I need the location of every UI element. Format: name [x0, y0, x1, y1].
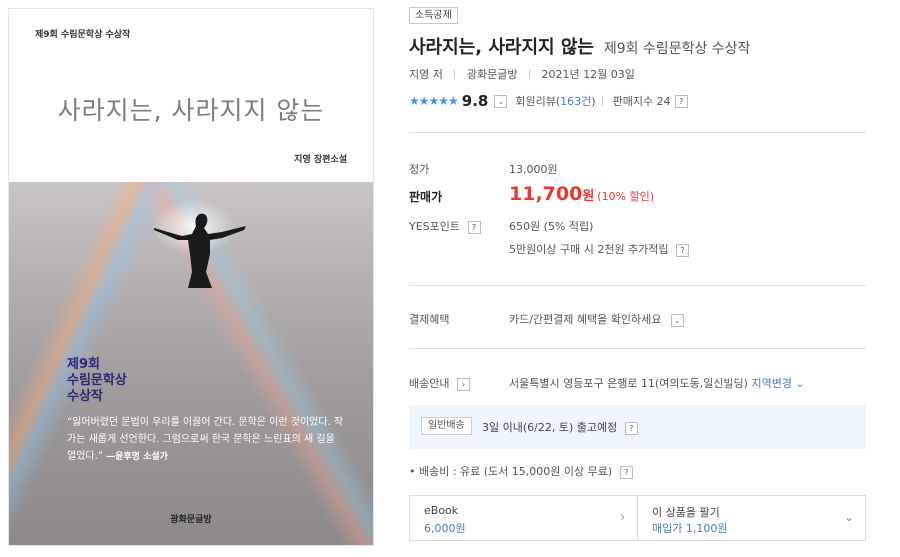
cover-top-panel: 제9회 수림문학상 수상작 사라지는, 사라지지 않는 지영 장편소설	[9, 9, 373, 182]
sell-option[interactable]: 이 상품을 팔기 매입가 1,100원 ⌄	[638, 496, 866, 540]
title-row: 사라지는, 사라지지 않는 제9회 수림문학상 수상작	[409, 33, 750, 59]
book-title: 사라지는, 사라지지 않는	[409, 37, 594, 58]
tax-deduction-badge: 소득공제	[409, 7, 458, 24]
sale-price-label: 판매가	[409, 190, 443, 204]
sell-title: 이 상품을 팔기	[652, 506, 720, 519]
list-price-value: 13,000원	[509, 163, 558, 176]
ebook-title: eBook	[424, 504, 459, 517]
sales-help-button[interactable]: ?	[674, 94, 688, 108]
benefit-label: 결제혜택	[409, 313, 450, 326]
review-link[interactable]: 회원리뷰(163건)	[515, 93, 595, 109]
region-change-link[interactable]: 지역변경	[751, 377, 791, 390]
shipping-type-chip: 일반배송	[421, 417, 472, 435]
shipping-fee-help-button[interactable]: ?	[619, 466, 633, 479]
sale-price-value: 11,700	[509, 183, 583, 205]
rating-row: ★★★★★ 9.8 ⌄ 회원리뷰(163건) 판매지수 24 ?	[409, 92, 688, 110]
sale-price-unit: 원	[582, 189, 595, 204]
divider	[528, 69, 530, 79]
ebook-price: 6,000원	[424, 522, 466, 535]
benefit-dropdown-button[interactable]: ⌄	[670, 314, 684, 327]
publish-date: 2021년 12월 03일	[541, 68, 635, 81]
divider	[601, 96, 603, 106]
list-price-label: 정가	[409, 163, 430, 176]
cover-title: 사라지는, 사라지지 않는	[57, 96, 325, 125]
meta-row: 지영 저 광화문글방 2021년 12월 03일	[409, 66, 635, 82]
delivery-info-button[interactable]: ›	[456, 378, 470, 391]
point-label-row: YES포인트 ?	[409, 218, 481, 234]
chevron-down-icon: ⌄	[843, 510, 854, 524]
publisher-link[interactable]: 광화문글방	[467, 68, 518, 81]
cover-photo: 제9회 수림문학상 수상작 “잃어버렸던 문법이 우리를 이끌어 간다. 문학은…	[9, 182, 373, 545]
shipping-fee-row: • 배송비 : 유료 (도서 15,000원 이상 무료) ?	[409, 463, 633, 479]
divider	[409, 132, 866, 133]
rating-dropdown-button[interactable]: ⌄	[494, 94, 508, 108]
point-label: YES포인트	[409, 220, 461, 233]
delivery-address-row: 서울특별시 영등포구 은행로 11(여의도동,일신빌딩) 지역변경 ⌄	[509, 375, 805, 391]
cover-quote-by: —윤후명 소설가	[106, 452, 168, 462]
chevron-right-icon: ›	[620, 510, 625, 524]
chevron-down-icon[interactable]: ⌄	[792, 377, 804, 390]
related-options: eBook 6,000원 › 이 상품을 팔기 매입가 1,100원 ⌄	[409, 495, 866, 541]
cover-series: 제9회 수림문학상 수상작	[35, 30, 131, 40]
sales-index: 판매지수 24	[612, 95, 671, 108]
benefit-row[interactable]: 카드/간편결제 혜택을 확인하세요 ⌄	[509, 311, 684, 327]
sale-price: 11,700원 (10% 할인)	[509, 183, 654, 205]
rating-stars-icon: ★★★★★	[409, 94, 459, 108]
cover-award-line: 제9회	[67, 357, 100, 372]
discount-rate: (10% 할인)	[597, 190, 655, 203]
delivery-address: 서울특별시 영등포구 은행로 11(여의도동,일신빌딩)	[509, 377, 748, 390]
extra-point-row: 5만원이상 구매 시 2천원 추가적립 ?	[509, 241, 690, 257]
ebook-option[interactable]: eBook 6,000원 ›	[410, 496, 638, 540]
cover-award: 제9회 수림문학상 수상작	[67, 357, 127, 405]
shipping-box: 일반배송 3일 이내(6/22, 토) 출고예정 ?	[409, 405, 866, 449]
review-label: 회원리뷰(	[515, 95, 561, 108]
delivery-label: 배송안내	[409, 377, 450, 390]
extra-point-help-button[interactable]: ?	[676, 244, 690, 257]
author-link[interactable]: 지영 저	[409, 68, 443, 81]
point-value: 650원 (5% 적립)	[509, 220, 594, 233]
sell-price: 매입가 1,100원	[652, 522, 728, 535]
point-help-button[interactable]: ?	[467, 221, 481, 234]
review-count: 163건	[560, 95, 592, 108]
shipping-help-button[interactable]: ?	[624, 422, 638, 435]
divider	[454, 69, 456, 79]
shipping-fee: • 배송비 : 유료 (도서 15,000원 이상 무료)	[409, 465, 613, 478]
delivery-label-row: 배송안내 ›	[409, 375, 470, 391]
extra-point-text: 5만원이상 구매 시 2천원 추가적립	[509, 243, 669, 256]
dancer-figure-icon	[154, 213, 246, 288]
benefit-text: 카드/간편결제 혜택을 확인하세요	[509, 313, 662, 326]
cover-award-line: 수상작	[67, 389, 103, 404]
cover-author: 지영 장편소설	[294, 155, 347, 165]
review-close: )	[591, 95, 596, 108]
shipping-schedule-row: 3일 이내(6/22, 토) 출고예정 ?	[482, 419, 638, 435]
book-cover[interactable]: 제9회 수림문학상 수상작 사라지는, 사라지지 않는 지영 장편소설 제9회 …	[8, 8, 374, 546]
shipping-schedule: 3일 이내(6/22, 토) 출고예정	[482, 421, 618, 434]
divider	[409, 285, 866, 286]
book-subtitle: 제9회 수림문학상 수상작	[603, 41, 751, 57]
rating-score: 9.8	[461, 92, 489, 110]
divider	[409, 348, 866, 349]
product-info: 소득공제 사라지는, 사라지지 않는 제9회 수림문학상 수상작 지영 저 광화…	[409, 0, 869, 557]
cover-publisher: 광화문글방	[170, 515, 212, 525]
cover-award-line: 수림문학상	[67, 373, 127, 388]
cover-quote: “잃어버렸던 문법이 우리를 이끌어 간다. 문학은 이런 것이었다. 작가는 …	[67, 414, 347, 466]
